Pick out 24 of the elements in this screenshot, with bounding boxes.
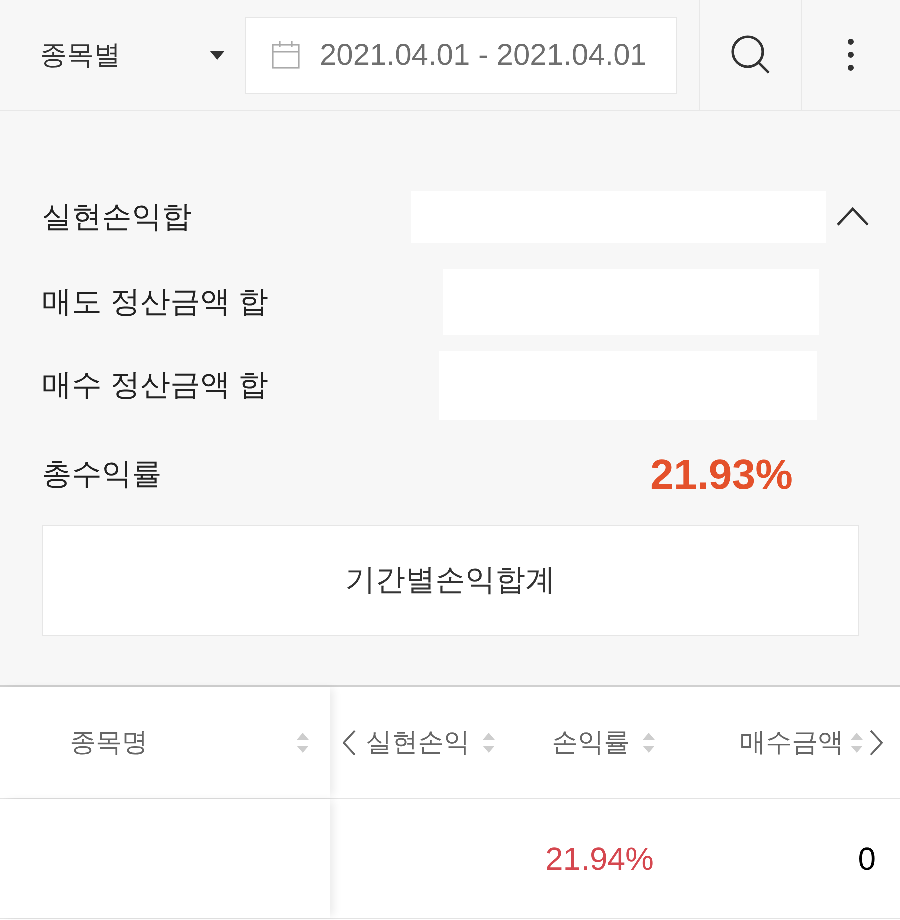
period-summary-button[interactable]: 기간별손익합계	[42, 525, 859, 636]
table-cell-text: 0	[858, 840, 876, 878]
column-header[interactable]: 종목명	[0, 687, 330, 798]
table-cell-text: 21.94%	[545, 840, 654, 878]
filter-dropdown[interactable]: 종목별	[0, 0, 245, 110]
search-icon	[730, 35, 770, 75]
sort-icon	[482, 730, 496, 754]
chevron-right-icon[interactable]	[870, 730, 883, 756]
column-header[interactable]: 매수금액	[660, 687, 900, 798]
summary-label: 매수 정산금액 합	[42, 368, 270, 404]
caret-down-icon	[210, 50, 225, 60]
vertical-dots-icon	[848, 39, 854, 71]
summary-label: 실현손익합	[42, 200, 193, 236]
sort-icon	[296, 730, 310, 754]
chevron-left-icon[interactable]	[343, 730, 356, 756]
summary-label: 매도 정산금액 합	[42, 284, 270, 320]
date-range-field[interactable]: 2021.04.01 - 2021.04.01	[245, 16, 677, 94]
summary-label: 총수익률	[42, 456, 163, 492]
sort-icon	[850, 730, 864, 754]
column-header[interactable]: 손익률	[500, 687, 660, 798]
sort-icon	[642, 730, 656, 754]
calendar-icon	[272, 41, 300, 69]
column-header[interactable]: 실현손익	[330, 687, 500, 798]
total-return-value: 21.93%	[650, 450, 793, 500]
